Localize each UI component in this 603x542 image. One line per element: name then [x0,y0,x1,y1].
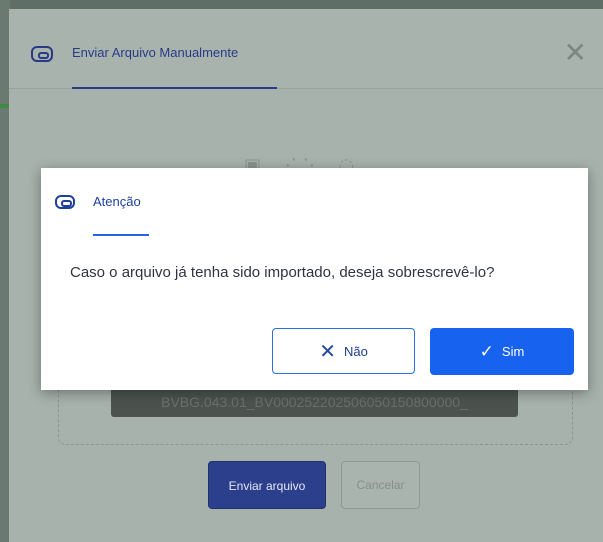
modal-logo-icon [31,46,53,62]
dialog-title-underline [93,234,149,236]
dialog-logo-icon [55,195,75,209]
selected-file-name: BVBG.043.01_BV000252202506050150800000_ [111,387,518,417]
yes-button[interactable]: ✓ Sim [430,328,574,375]
title-underline [72,87,277,89]
close-icon[interactable]: ✕ [564,39,587,67]
yes-button-label: Sim [501,344,525,359]
no-button-label: Não [343,343,368,359]
dialog-message: Caso o arquivo já tenha sido importado, … [70,264,495,281]
no-button[interactable]: ✕ Não [272,328,415,374]
confirm-overwrite-dialog: Atenção Caso o arquivo já tenha sido imp… [41,168,588,390]
check-icon: ✓ [479,341,494,362]
send-file-button[interactable]: Enviar arquivo [208,461,326,509]
cancel-button[interactable]: Cancelar [341,461,420,509]
close-x-icon: ✕ [319,339,336,363]
upload-modal-title: Enviar Arquivo Manualmente [72,45,239,60]
dialog-title: Atenção [93,194,141,209]
upload-modal-header: Enviar Arquivo Manualmente ✕ [9,9,603,89]
